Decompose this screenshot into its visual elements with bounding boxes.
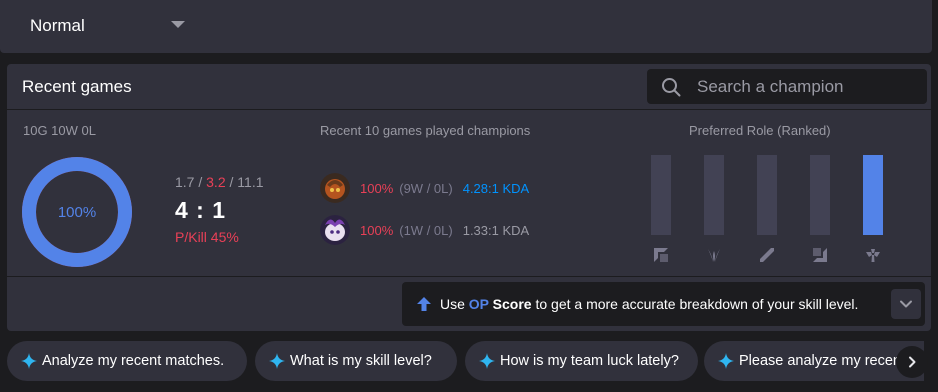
win-rate-label: 100%: [57, 203, 97, 221]
mid-role-icon: [760, 248, 774, 262]
champions-title: Recent 10 games played champions: [320, 123, 531, 138]
queue-select[interactable]: Normal: [30, 16, 85, 36]
suggestion-label: What is my skill level?: [290, 353, 432, 369]
suggestion-chip[interactable]: Please analyze my recent: [704, 341, 924, 381]
chips-next-button[interactable]: [896, 346, 928, 378]
jungle-role-icon: [708, 249, 720, 262]
sparkle-icon: [718, 353, 734, 369]
champion-kda: 1.33:1 KDA: [462, 222, 530, 238]
kda-separator: /: [194, 174, 207, 190]
champion-search[interactable]: [647, 69, 927, 104]
recent-games-panel: Recent games 10G 10W 0L 100% 1.7 / 3.2 /…: [7, 64, 931, 331]
suggestion-label: Please analyze my recent: [739, 353, 906, 369]
bottom-role-icon: [813, 248, 827, 262]
chevron-right-icon: [909, 356, 916, 368]
champion-record: (9W / 0L): [399, 180, 453, 196]
panel-title: Recent games: [22, 77, 132, 96]
queue-bar: Normal: [0, 0, 932, 53]
kda-separator: /: [225, 174, 238, 190]
suggestion-chips: Analyze my recent matches. What is my sk…: [7, 341, 938, 381]
support-role-icon: [866, 249, 880, 262]
champion-winrate: 100%: [360, 180, 394, 196]
arrow-up-icon: [417, 297, 431, 311]
games-record: 10G 10W 0L: [23, 123, 96, 138]
champion-row[interactable]: 100% (1W / 0L) 1.33:1 KDA: [320, 214, 529, 246]
suggestion-chip[interactable]: How is my team luck lately?: [465, 341, 698, 381]
queue-select-value: Normal: [30, 16, 85, 35]
op-text-suffix: to get a more accurate breakdown of your…: [531, 296, 859, 312]
kda-kills: 1.7: [175, 174, 195, 190]
champion-portrait-icon[interactable]: [320, 215, 350, 245]
champion-row[interactable]: 100% (9W / 0L) 4.28:1 KDA: [320, 172, 529, 204]
suggestion-chip[interactable]: What is my skill level?: [255, 341, 457, 381]
panel-divider: [7, 276, 931, 277]
champion-winrate: 100%: [360, 222, 394, 238]
op-score-text: Use OP Score to get a more accurate brea…: [440, 296, 858, 312]
search-icon[interactable]: [661, 77, 681, 97]
role-bar-fill: [863, 155, 883, 235]
kda-average: 1.7 / 3.2 / 11.1: [175, 174, 264, 190]
suggestion-chip[interactable]: Analyze my recent matches.: [7, 341, 247, 381]
role-bar-support: [863, 155, 883, 235]
panel-header: Recent games: [7, 64, 931, 110]
kda-assists: 11.1: [237, 174, 264, 190]
kda-ratio: 4 : 1: [175, 197, 227, 223]
top-role-icon: [654, 248, 668, 262]
champion-record: (1W / 0L): [399, 222, 453, 238]
role-bar-jungle: [704, 155, 724, 235]
sparkle-icon: [269, 353, 285, 369]
caret-down-icon[interactable]: [171, 21, 185, 28]
sparkle-icon: [479, 353, 495, 369]
op-text-score: Score: [488, 296, 532, 312]
op-text-op: OP: [468, 296, 489, 312]
kill-participation: P/Kill 45%: [175, 229, 239, 245]
role-bar-bottom: [810, 155, 830, 235]
sparkle-icon: [21, 353, 37, 369]
suggestion-label: How is my team luck lately?: [500, 353, 679, 369]
preferred-role-title: Preferred Role (Ranked): [689, 123, 831, 138]
suggestion-label: Analyze my recent matches.: [42, 353, 225, 369]
op-text-prefix: Use: [440, 296, 469, 312]
role-bar-top: [651, 155, 671, 235]
champion-kda: 4.28:1 KDA: [462, 180, 530, 196]
search-input[interactable]: [697, 77, 917, 97]
expand-button[interactable]: [891, 289, 921, 319]
champion-portrait-icon[interactable]: [320, 173, 350, 203]
kda-deaths: 3.2: [206, 174, 226, 190]
chevron-down-icon: [900, 300, 912, 308]
role-bar-mid: [757, 155, 777, 235]
op-score-banner[interactable]: Use OP Score to get a more accurate brea…: [402, 282, 925, 326]
